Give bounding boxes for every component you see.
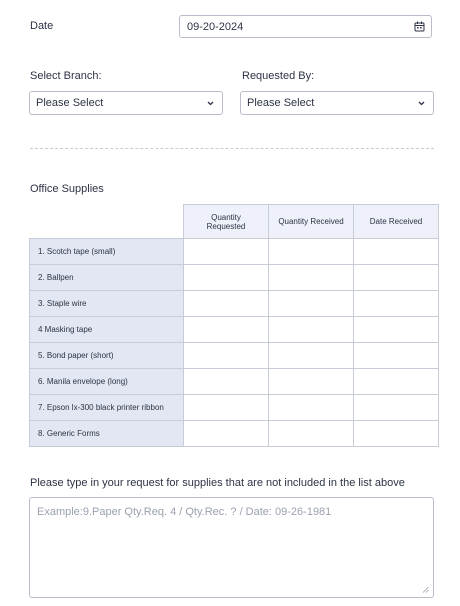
row-label: 4 Masking tape <box>29 316 184 343</box>
column-header-date-received: Date Received <box>353 204 439 239</box>
quantity-received-cell[interactable] <box>268 238 354 265</box>
quantity-received-cell[interactable] <box>268 394 354 421</box>
requested-by-select-value: Please Select <box>247 97 315 109</box>
quantity-received-cell[interactable] <box>268 342 354 369</box>
table-row: 7. Epson lx-300 black printer ribbon <box>29 394 439 421</box>
quantity-received-cell[interactable] <box>268 290 354 317</box>
branch-select[interactable]: Please Select <box>29 91 223 115</box>
date-value: 09-20-2024 <box>187 21 244 33</box>
table-row: 3. Staple wire <box>29 290 439 317</box>
quantity-received-cell[interactable] <box>268 316 354 343</box>
date-label: Date <box>30 20 54 32</box>
column-header-quantity-received: Quantity Received <box>268 204 354 239</box>
textarea-placeholder: Example:9.Paper Qty.Req. 4 / Qty.Rec. ? … <box>37 506 332 518</box>
row-label: 2. Ballpen <box>29 264 184 291</box>
quantity-requested-cell[interactable] <box>183 394 269 421</box>
quantity-requested-cell[interactable] <box>183 342 269 369</box>
date-received-cell[interactable] <box>353 342 439 369</box>
date-received-cell[interactable] <box>353 394 439 421</box>
row-label: 7. Epson lx-300 black printer ribbon <box>29 394 184 421</box>
quantity-requested-cell[interactable] <box>183 238 269 265</box>
table-row: 4 Masking tape <box>29 316 439 343</box>
row-label: 6. Manila envelope (long) <box>29 368 184 395</box>
table-header-row: Quantity Requested Quantity Received Dat… <box>29 204 439 239</box>
column-header-quantity-requested: Quantity Requested <box>183 204 269 239</box>
branch-select-value: Please Select <box>36 97 104 109</box>
quantity-received-cell[interactable] <box>268 420 354 447</box>
chevron-down-icon <box>418 101 425 106</box>
quantity-requested-cell[interactable] <box>183 290 269 317</box>
quantity-requested-cell[interactable] <box>183 316 269 343</box>
date-received-cell[interactable] <box>353 238 439 265</box>
quantity-received-cell[interactable] <box>268 368 354 395</box>
office-supplies-title: Office Supplies <box>30 183 104 195</box>
table-row: 2. Ballpen <box>29 264 439 291</box>
quantity-received-cell[interactable] <box>268 264 354 291</box>
quantity-requested-cell[interactable] <box>183 368 269 395</box>
row-label: 3. Staple wire <box>29 290 184 317</box>
quantity-requested-cell[interactable] <box>183 264 269 291</box>
table-row: 1. Scotch tape (small) <box>29 238 439 265</box>
table-row: 8. Generic Forms <box>29 420 439 447</box>
resize-handle-icon[interactable] <box>422 586 429 593</box>
requested-by-select[interactable]: Please Select <box>240 91 434 115</box>
date-received-cell[interactable] <box>353 290 439 317</box>
chevron-down-icon <box>207 101 214 106</box>
other-request-textarea[interactable]: Example:9.Paper Qty.Req. 4 / Qty.Rec. ? … <box>29 497 434 598</box>
row-label: 5. Bond paper (short) <box>29 342 184 369</box>
date-received-cell[interactable] <box>353 264 439 291</box>
calendar-icon[interactable] <box>414 21 425 32</box>
date-received-cell[interactable] <box>353 420 439 447</box>
date-field[interactable]: 09-20-2024 <box>179 15 432 38</box>
date-received-cell[interactable] <box>353 368 439 395</box>
table-row: 6. Manila envelope (long) <box>29 368 439 395</box>
section-divider <box>30 148 434 149</box>
table-corner <box>29 204 184 239</box>
requested-by-label: Requested By: <box>242 70 315 82</box>
branch-label: Select Branch: <box>30 70 102 82</box>
supplies-table: Quantity Requested Quantity Received Dat… <box>29 204 439 447</box>
row-label: 8. Generic Forms <box>29 420 184 447</box>
table-row: 5. Bond paper (short) <box>29 342 439 369</box>
date-received-cell[interactable] <box>353 316 439 343</box>
quantity-requested-cell[interactable] <box>183 420 269 447</box>
row-label: 1. Scotch tape (small) <box>29 238 184 265</box>
other-request-label: Please type in your request for supplies… <box>30 477 405 489</box>
